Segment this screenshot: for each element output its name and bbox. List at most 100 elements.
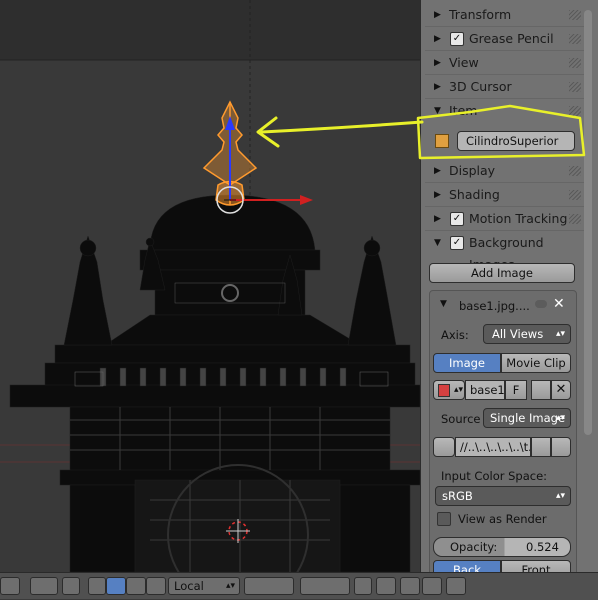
panel-label: Display xyxy=(449,163,496,178)
collapsed-arrow-icon: ▶ xyxy=(434,58,441,68)
dropdown-arrow-icon: ▴▾ xyxy=(555,413,565,423)
tab-image-label: Image xyxy=(448,356,486,370)
building-model xyxy=(9,194,420,572)
manipulator-toggle-icon[interactable] xyxy=(62,577,80,595)
view-as-render-checkbox[interactable] xyxy=(437,512,451,526)
file-browse-icon[interactable] xyxy=(433,437,455,457)
render-icon[interactable] xyxy=(422,577,442,595)
drag-handle-icon[interactable] xyxy=(569,34,581,44)
lock-layers-icon[interactable] xyxy=(354,577,372,595)
layers-group-1[interactable] xyxy=(244,577,294,595)
color-space-dropdown[interactable]: sRGB ▴▾ xyxy=(435,486,571,506)
open-folder-icon[interactable] xyxy=(531,437,551,457)
snap-icon[interactable] xyxy=(400,577,420,595)
layers-group-2[interactable] xyxy=(300,577,350,595)
image-datablock-value: base1. xyxy=(470,383,509,397)
drag-handle-icon[interactable] xyxy=(569,190,581,200)
source-value: Single Image xyxy=(490,411,566,425)
drag-handle-icon[interactable] xyxy=(569,214,581,224)
axis-manipulator-icon[interactable] xyxy=(88,577,106,595)
panel-shading[interactable]: ▶ Shading xyxy=(425,184,585,207)
dropdown-arrow-icon: ▴▾ xyxy=(555,329,565,339)
image-icon xyxy=(438,384,450,397)
open-folder-icon[interactable] xyxy=(531,380,551,400)
source-dropdown[interactable]: Single Image ▴▾ xyxy=(483,408,571,428)
panel-label: Transform xyxy=(449,7,512,22)
pivot-point-icon[interactable] xyxy=(30,577,58,595)
object-name-field[interactable]: CilindroSuperior xyxy=(457,131,575,151)
eye-icon[interactable] xyxy=(535,300,547,308)
header-overflow xyxy=(420,572,598,600)
expanded-arrow-icon[interactable]: ▼ xyxy=(440,299,447,309)
tab-image[interactable]: Image xyxy=(433,353,501,373)
viewport-header: Local ▴▾ xyxy=(0,572,420,599)
panel-3d-cursor[interactable]: ▶ 3D Cursor xyxy=(425,76,585,99)
collapsed-arrow-icon: ▶ xyxy=(434,190,441,200)
rotate-icon[interactable] xyxy=(126,577,146,595)
drag-handle-icon[interactable] xyxy=(569,82,581,92)
panel-label: Shading xyxy=(449,187,500,202)
checkbox-icon[interactable]: ✓ xyxy=(450,212,464,226)
drag-handle-icon[interactable] xyxy=(569,58,581,68)
image-browse-button[interactable]: ▴▾ xyxy=(433,380,465,400)
filepath-value: //..\..\..\..\..\t... xyxy=(460,440,530,454)
panel-view[interactable]: ▶ View xyxy=(425,52,585,75)
panel-motion-tracking[interactable]: ▶ ✓ Motion Tracking xyxy=(425,208,585,231)
orientation-value: Local xyxy=(174,579,204,593)
checkbox-icon[interactable]: ✓ xyxy=(450,32,464,46)
opacity-label: Opacity: xyxy=(450,540,498,554)
3d-viewport[interactable] xyxy=(0,0,420,572)
scene-drawing xyxy=(0,0,420,572)
fake-user-button[interactable]: F xyxy=(505,380,527,400)
add-image-label: Add Image xyxy=(471,266,533,280)
dropdown-arrow-icon: ▴▾ xyxy=(454,385,464,395)
add-image-button[interactable]: Add Image xyxy=(429,263,575,283)
panel-background-images[interactable]: ▼✓Background Images xyxy=(425,232,585,272)
close-icon[interactable]: ✕ xyxy=(553,296,565,312)
axis-label: Axis: xyxy=(441,328,469,342)
checkbox-icon[interactable]: ✓ xyxy=(450,236,464,250)
orientation-dropdown[interactable]: Local ▴▾ xyxy=(168,577,240,595)
panel-item[interactable]: ▼ Item xyxy=(425,100,585,122)
translate-icon[interactable] xyxy=(106,577,126,595)
opacity-slider[interactable]: Opacity: 0.524 xyxy=(433,537,571,557)
background-image-name: base1.jpg.... xyxy=(459,299,530,313)
axis-value: All Views xyxy=(492,327,544,341)
panel-grease-pencil[interactable]: ▶ ✓ Grease Pencil xyxy=(425,28,585,51)
tab-movie-clip-label: Movie Clip xyxy=(506,356,566,370)
reload-icon[interactable] xyxy=(551,437,571,457)
expanded-arrow-icon: ▼ xyxy=(434,238,441,248)
collapsed-arrow-icon: ▶ xyxy=(434,10,441,20)
panel-label: 3D Cursor xyxy=(449,79,512,94)
collapsed-arrow-icon: ▶ xyxy=(434,214,441,224)
drag-handle-icon[interactable] xyxy=(569,106,581,116)
dropdown-arrow-icon: ▴▾ xyxy=(225,581,235,591)
drag-handle-icon[interactable] xyxy=(569,166,581,176)
properties-sidebar: ▶ Transform ▶ ✓ Grease Pencil ▶ View ▶ 3D Cur… xyxy=(420,0,598,599)
sidebar-scrollbar[interactable] xyxy=(584,10,592,435)
filepath-field[interactable]: //..\..\..\..\..\t... xyxy=(455,437,531,457)
panel-label: Grease Pencil xyxy=(469,31,554,46)
object-name-value: CilindroSuperior xyxy=(466,134,559,148)
tab-movie-clip[interactable]: Movie Clip xyxy=(501,353,571,373)
panel-transform[interactable]: ▶ Transform xyxy=(425,4,585,27)
axis-dropdown[interactable]: All Views ▴▾ xyxy=(483,324,571,344)
object-cube-icon xyxy=(435,134,449,148)
collapsed-arrow-icon: ▶ xyxy=(434,166,441,176)
drag-handle-icon[interactable] xyxy=(569,10,581,20)
panel-label: Motion Tracking xyxy=(469,211,568,226)
source-label: Source xyxy=(441,412,481,426)
collapsed-arrow-icon: ▶ xyxy=(434,34,441,44)
color-space-value: sRGB xyxy=(442,489,473,503)
panel-display[interactable]: ▶ Display xyxy=(425,160,585,183)
scale-icon[interactable] xyxy=(146,577,166,595)
mode-selector[interactable] xyxy=(0,577,20,595)
opacity-value: 0.524 xyxy=(526,540,559,554)
unlink-icon[interactable]: ✕ xyxy=(551,380,571,400)
image-datablock-field[interactable]: base1. xyxy=(465,380,509,400)
panel-label: View xyxy=(449,55,479,70)
render-animation-icon[interactable] xyxy=(446,577,466,595)
dropdown-arrow-icon: ▴▾ xyxy=(555,491,565,501)
proportional-edit-icon[interactable] xyxy=(376,577,396,595)
collapsed-arrow-icon: ▶ xyxy=(434,82,441,92)
